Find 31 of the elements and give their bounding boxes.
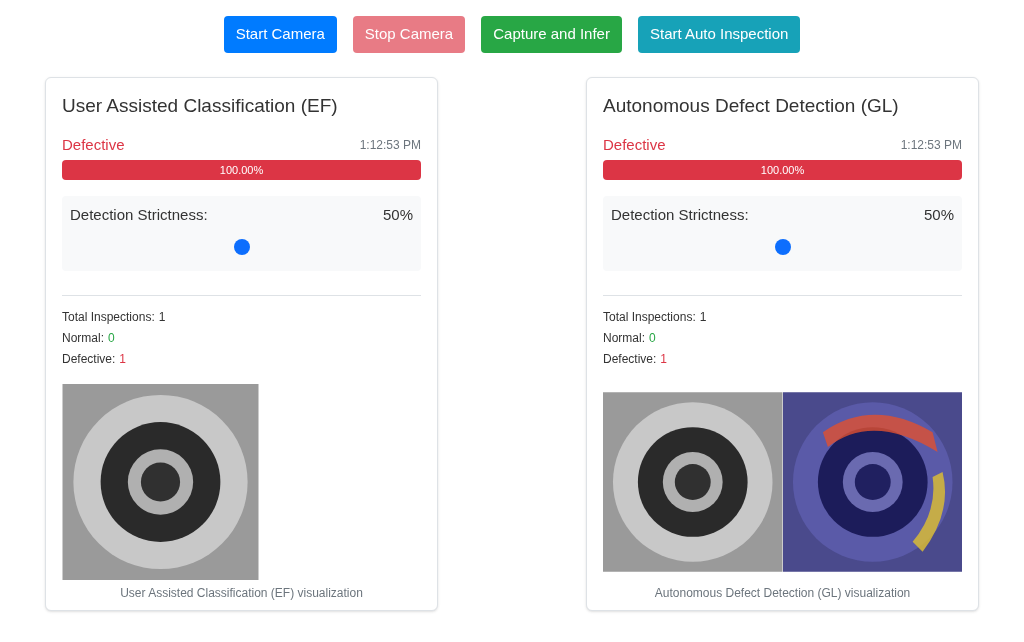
- action-button[interactable]: Capture and Infer: [481, 16, 622, 53]
- slider-thumb[interactable]: [233, 238, 250, 255]
- stat-value: 0: [108, 329, 115, 347]
- stat-value: 1: [699, 308, 707, 326]
- strictness-label: Detection Strictness:: [70, 205, 208, 226]
- stat-label: Defective:: [603, 350, 657, 368]
- stat-value: 0: [649, 329, 656, 347]
- strictness-value: 50%: [382, 205, 413, 226]
- stat-label: Total Inspections:: [62, 308, 155, 326]
- panel-title: Autonomous Defect Detection (GL): [603, 94, 900, 118]
- strictness-label: Detection Strictness:: [611, 205, 749, 226]
- image-caption: User Assisted Classification (EF) visualization: [119, 584, 364, 602]
- panel-title: User Assisted Classification (EF): [62, 94, 339, 118]
- stat-value: 1: [158, 308, 166, 326]
- result-label: Defective: [62, 134, 125, 155]
- slider-thumb[interactable]: [774, 238, 791, 255]
- action-button[interactable]: Start Auto Inspection: [637, 16, 801, 53]
- strictness-value: 50%: [923, 205, 954, 226]
- stat-label: Total Inspections:: [603, 308, 696, 326]
- action-button[interactable]: Start Camera: [223, 16, 337, 53]
- stat-value: 1: [119, 350, 127, 368]
- confidence-bar: 100.00%: [603, 160, 962, 181]
- stat-label: Normal:: [62, 329, 104, 347]
- timestamp: 1:12:53 PM: [359, 137, 421, 154]
- confidence-bar: 100.00%: [62, 160, 421, 181]
- image-caption: Autonomous Defect Detection (GL) visualization: [653, 584, 912, 602]
- stat-value: 1: [660, 350, 668, 368]
- stat-label: Defective:: [62, 350, 116, 368]
- result-label: Defective: [603, 134, 666, 155]
- timestamp: 1:12:53 PM: [900, 137, 962, 154]
- stat-label: Normal:: [603, 329, 645, 347]
